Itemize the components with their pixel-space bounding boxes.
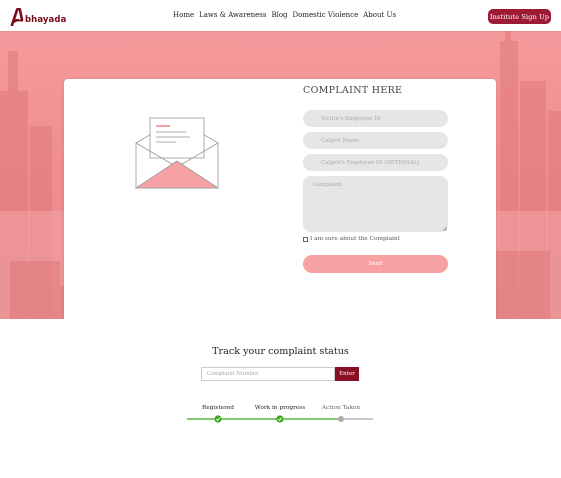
nav-link-domestic-violence[interactable]: Domestic Violence	[293, 11, 359, 19]
status-progress-bar	[187, 415, 373, 423]
nav-link-home[interactable]: Home	[173, 11, 194, 19]
check-icon-in-progress	[276, 415, 284, 423]
complaint-number-input[interactable]: Complaint Number	[201, 367, 335, 381]
complaint-form-title: COMPLAINT HERE	[303, 85, 403, 96]
step-label-in-progress: Work in progress	[254, 405, 306, 411]
check-icon-registered	[214, 415, 222, 423]
brand-name: bhayada	[25, 15, 67, 25]
enter-button[interactable]: Enter	[335, 367, 359, 381]
brand-logo[interactable]: bhayada	[10, 6, 66, 26]
track-title: Track your complaint status	[212, 346, 349, 357]
step-label-registered: Registered	[201, 405, 235, 411]
victim-employee-id-input[interactable]: Victim's Employee ID	[303, 110, 448, 127]
nav-links: Home Laws & Awareness Blog Domestic Viol…	[173, 11, 396, 19]
step-label-action-taken: Action Taken	[321, 405, 361, 411]
complaint-placeholder: Complaint	[313, 182, 342, 188]
complaint-textarea[interactable]: Complaint	[303, 176, 448, 232]
resize-grip-icon[interactable]	[442, 226, 447, 231]
navbar: bhayada Home Laws & Awareness Blog Domes…	[0, 0, 561, 31]
hero-section	[0, 31, 561, 319]
confirm-label: I am sure about the Complaint	[310, 236, 400, 242]
nav-link-blog[interactable]: Blog	[271, 11, 287, 19]
culprit-employee-id-input[interactable]: Culprit's Employee ID (OPTIONAL)	[303, 154, 448, 171]
pending-dot-action-taken	[338, 416, 344, 422]
nav-link-laws[interactable]: Laws & Awareness	[199, 11, 266, 19]
envelope-icon	[135, 117, 219, 189]
brand-a-icon	[10, 8, 24, 26]
institute-signup-button[interactable]: Institute Sign Up	[488, 9, 551, 24]
culprit-name-input[interactable]: Culprit Name	[303, 132, 448, 149]
confirm-checkbox[interactable]	[303, 236, 308, 242]
confirm-row: I am sure about the Complaint	[303, 236, 400, 242]
send-button[interactable]: Send	[303, 255, 448, 273]
nav-link-about[interactable]: About Us	[363, 11, 396, 19]
